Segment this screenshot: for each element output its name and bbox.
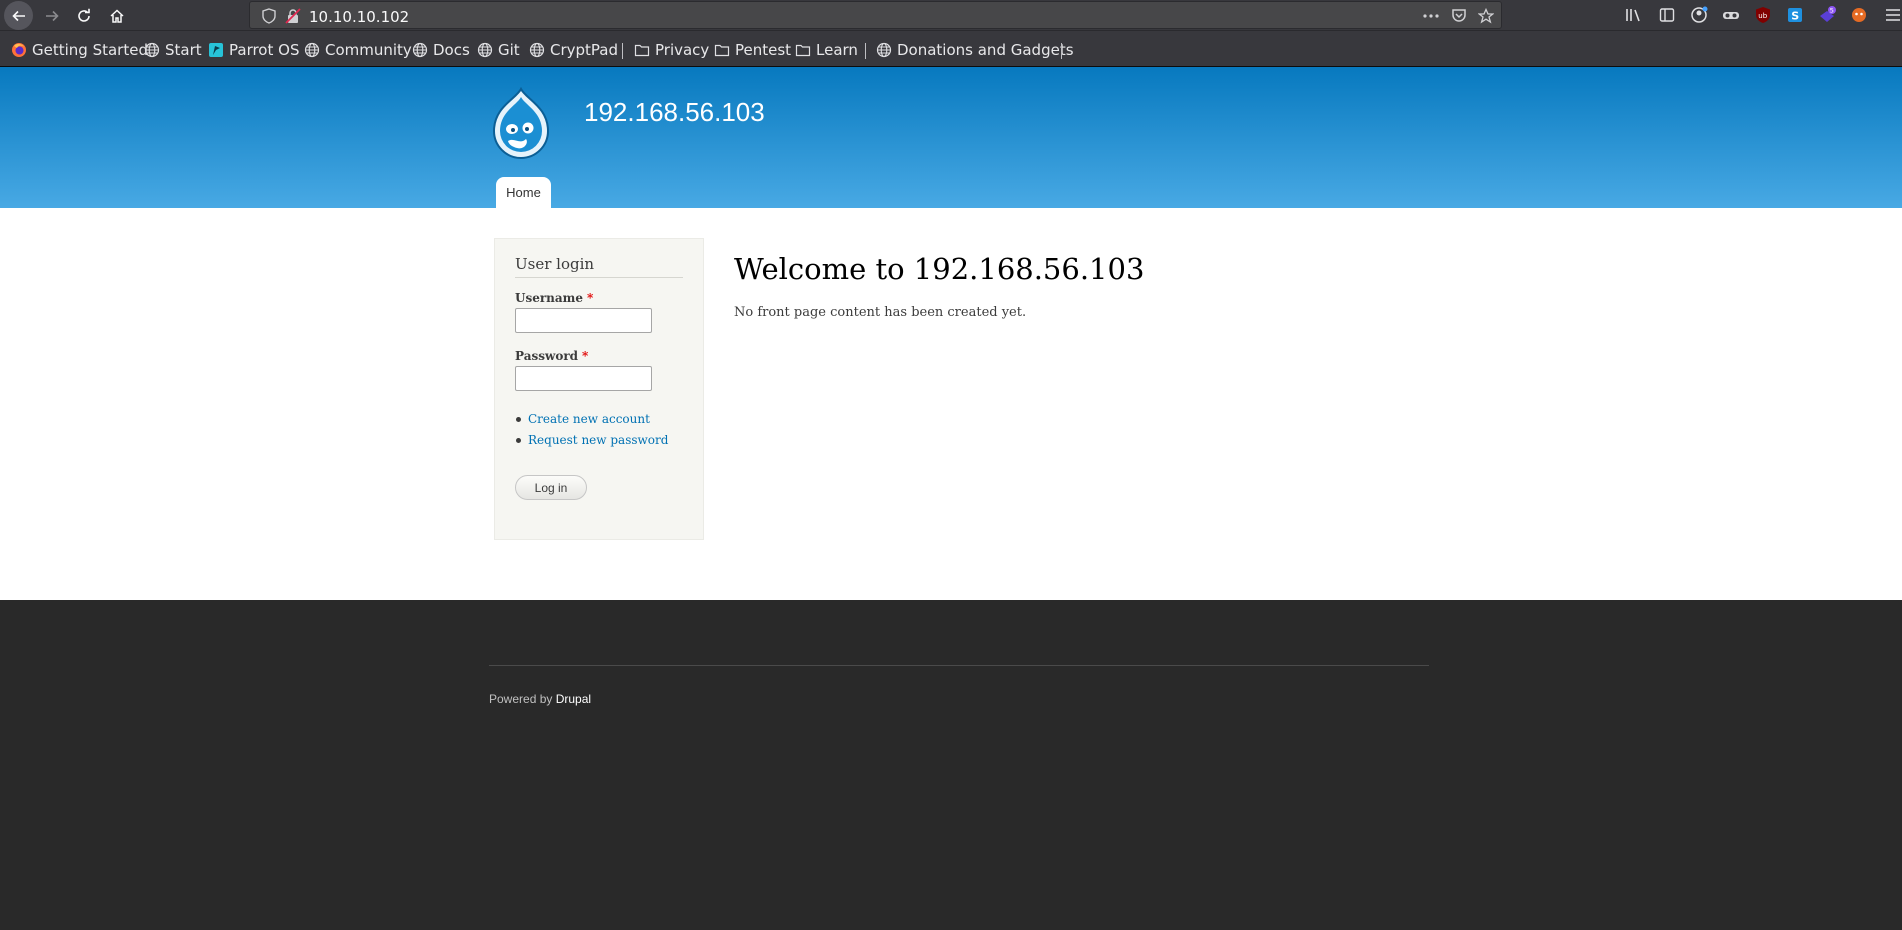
drupal-logo[interactable]	[490, 87, 552, 159]
username-label: Username *	[515, 291, 594, 305]
front-page-message: No front page content has been created y…	[734, 305, 1027, 320]
forward-button[interactable]	[37, 1, 66, 30]
account-icon[interactable]	[1690, 6, 1708, 24]
footer-divider	[489, 665, 1429, 666]
login-button[interactable]: Log in	[515, 475, 587, 500]
bookmark-start[interactable]: Start	[144, 40, 202, 60]
arrow-right-icon	[45, 10, 59, 21]
url-text[interactable]: 10.10.10.102	[309, 8, 409, 26]
bookmark-folder-privacy[interactable]: Privacy	[634, 40, 709, 60]
globe-icon	[529, 42, 545, 58]
bookmark-docs[interactable]: Docs	[412, 40, 470, 60]
reload-button[interactable]	[69, 1, 98, 30]
bookmark-folder-learn[interactable]: Learn	[795, 40, 858, 60]
s-extension-icon[interactable]: S	[1786, 6, 1804, 24]
powered-by: Powered by Drupal	[489, 692, 592, 706]
extension-badge: 5	[1830, 7, 1834, 15]
required-marker: *	[582, 349, 589, 363]
shield-icon[interactable]	[262, 8, 276, 28]
insecure-lock-icon[interactable]	[285, 8, 301, 28]
browser-toolbar: 10.10.10.102 ub S 5	[0, 0, 1902, 31]
site-footer: Powered by Drupal	[0, 600, 1902, 930]
extension-glasses-icon[interactable]	[1722, 6, 1740, 24]
page-actions-icon[interactable]	[1422, 8, 1440, 28]
list-item: Create new account	[515, 412, 668, 433]
tab-home[interactable]: Home	[496, 177, 551, 208]
bookmarks-toolbar: Getting Started Start Parrot OS Communit…	[0, 31, 1902, 67]
bookmark-community[interactable]: Community	[304, 40, 412, 60]
password-field[interactable]	[515, 366, 652, 391]
folder-icon	[714, 42, 730, 58]
bookmark-git[interactable]: Git	[477, 40, 520, 60]
globe-icon	[876, 42, 892, 58]
username-field[interactable]	[515, 308, 652, 333]
required-marker: *	[587, 291, 594, 305]
globe-icon	[477, 42, 493, 58]
bookmark-separator	[865, 43, 866, 59]
bookmark-parrot-os[interactable]: Parrot OS	[208, 40, 299, 60]
parrot-icon	[208, 42, 224, 58]
firefox-icon	[11, 42, 27, 58]
menu-icon[interactable]	[1884, 6, 1902, 24]
gem-extension-icon[interactable]: 5	[1818, 6, 1836, 24]
ublock-icon[interactable]: ub	[1754, 6, 1772, 24]
svg-text:ub: ub	[1758, 12, 1767, 20]
bookmark-separator	[622, 43, 623, 59]
pocket-icon[interactable]	[1451, 8, 1467, 28]
folder-icon	[634, 42, 650, 58]
foxyproxy-icon[interactable]	[1850, 6, 1868, 24]
globe-icon	[412, 42, 428, 58]
home-icon	[109, 8, 124, 23]
bookmark-star-icon[interactable]	[1477, 7, 1495, 28]
bookmark-getting-started[interactable]: Getting Started	[11, 40, 148, 60]
block-title: User login	[515, 255, 595, 273]
bookmark-cryptpad[interactable]: CryptPad	[529, 40, 618, 60]
login-links: Create new account Request new password	[515, 412, 668, 454]
folder-icon	[795, 42, 811, 58]
list-item: Request new password	[515, 433, 668, 454]
bookmark-donations-and-gadgets[interactable]: Donations and Gadgets	[876, 40, 1074, 60]
reload-icon	[77, 8, 90, 22]
site-header: 192.168.56.103 Home	[0, 67, 1902, 208]
sidebar-icon[interactable]	[1658, 6, 1676, 24]
globe-icon	[304, 42, 320, 58]
user-login-block: User login Username * Password * Create ne…	[494, 238, 704, 540]
drupal-link[interactable]: Drupal	[556, 692, 591, 706]
arrow-left-icon	[11, 10, 25, 21]
site-name[interactable]: 192.168.56.103	[584, 97, 765, 128]
globe-icon	[144, 42, 160, 58]
password-label: Password *	[515, 349, 589, 363]
divider	[515, 277, 683, 278]
create-account-link[interactable]: Create new account	[528, 412, 650, 426]
url-bar[interactable]: 10.10.10.102	[249, 1, 1502, 29]
bullet	[516, 417, 521, 422]
svg-text:S: S	[1791, 10, 1799, 23]
request-password-link[interactable]: Request new password	[528, 433, 668, 447]
home-button[interactable]	[102, 1, 131, 30]
library-icon[interactable]	[1625, 6, 1643, 24]
bookmark-separator	[1061, 43, 1062, 59]
bookmark-folder-pentest[interactable]: Pentest	[714, 40, 791, 60]
page-title: Welcome to 192.168.56.103	[734, 252, 1145, 286]
bullet	[516, 438, 521, 443]
back-button[interactable]	[4, 1, 33, 30]
